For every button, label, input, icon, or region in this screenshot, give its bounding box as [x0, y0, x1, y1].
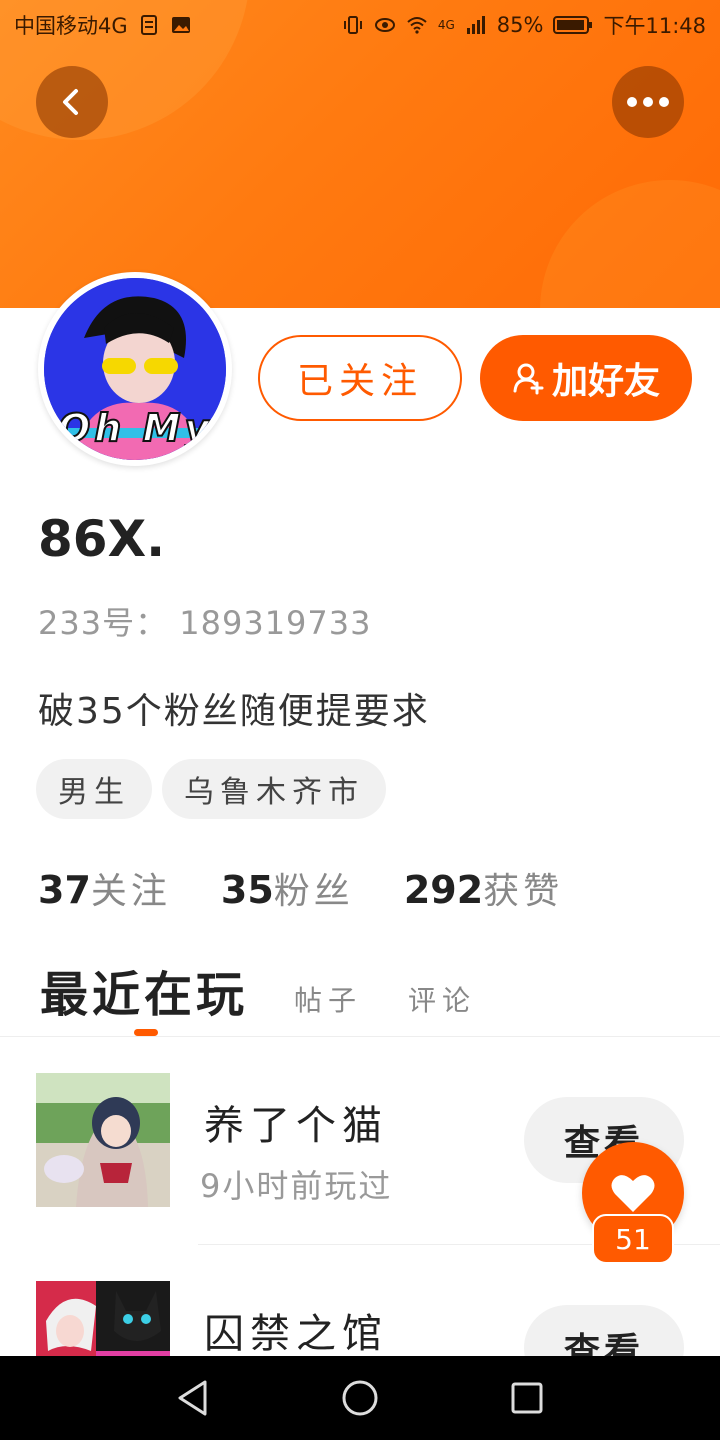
more-button[interactable] [612, 66, 684, 138]
avatar-image: Oh My [44, 278, 226, 460]
clock-text: 下午11:48 [603, 14, 706, 38]
followed-button[interactable]: 已关注 [258, 335, 462, 421]
stat-following-count: 37 [38, 868, 91, 912]
profile-tabs: 最近在玩 帖子 评论 [40, 955, 476, 1036]
system-nav-bar [0, 1356, 720, 1440]
nav-recents-button[interactable] [497, 1368, 557, 1428]
stat-following[interactable]: 37关注 [38, 862, 171, 914]
profile-page: 中国移动4G 4G 85% 下午11:48 Oh My 已关注 加好友 86X.… [0, 0, 720, 1440]
circle-home-icon [342, 1380, 378, 1416]
eye-icon [374, 18, 395, 32]
profile-tags: 男生 乌鲁木齐市 [36, 759, 386, 819]
bio: 破35个粉丝随便提要求 [38, 691, 430, 732]
game-title: 养了个猫 [204, 1103, 388, 1149]
wifi-icon [407, 17, 427, 34]
tab-recently-played-label: 最近在玩 [40, 967, 249, 1023]
stat-fans-count: 35 [220, 868, 274, 912]
profile-header: 中国移动4G 4G 85% 下午11:48 [0, 0, 720, 308]
battery-icon [553, 16, 593, 34]
stat-following-label: 关注 [90, 871, 171, 912]
add-friend-button[interactable]: 加好友 [480, 335, 692, 421]
tab-recently-played[interactable]: 最近在玩 [40, 955, 249, 1036]
square-recents-icon [511, 1382, 543, 1414]
tab-posts[interactable]: 帖子 [294, 979, 362, 1025]
nickname: 86X. [38, 510, 166, 568]
chevron-left-icon [63, 89, 78, 115]
more-horizontal-icon [627, 97, 669, 107]
add-friend-label: 加好友 [551, 361, 660, 402]
avatar-text: Oh My [57, 405, 214, 451]
stat-likes-label: 获赞 [483, 871, 564, 912]
game-played-time: 9小时前玩过 [200, 1167, 393, 1205]
signal-icon [466, 16, 485, 34]
triangle-back-icon [178, 1380, 207, 1416]
avatar[interactable]: Oh My [38, 272, 232, 466]
add-user-icon [513, 363, 544, 395]
carrier-text: 中国移动4G [14, 14, 128, 38]
back-button[interactable] [36, 66, 108, 138]
tab-comments[interactable]: 评论 [408, 979, 476, 1025]
heart-icon [611, 1175, 655, 1212]
stat-fans[interactable]: 35粉丝 [221, 862, 354, 914]
nav-back-button[interactable] [163, 1368, 223, 1428]
game-title: 囚禁之馆 [204, 1311, 388, 1357]
image-icon [171, 17, 190, 33]
tab-indicator [134, 1029, 158, 1036]
stat-likes-count: 292 [403, 868, 484, 912]
status-bar: 中国移动4G 4G 85% 下午11:48 [0, 0, 720, 50]
network-type: 4G [437, 18, 455, 32]
tab-divider [0, 1036, 720, 1037]
like-count: 51 [592, 1214, 674, 1264]
game-thumbnail [36, 1073, 170, 1207]
battery-percent: 85% [496, 13, 544, 37]
stat-likes[interactable]: 292获赞 [404, 862, 563, 914]
tag-location: 乌鲁木齐市 [162, 759, 386, 819]
nav-home-button[interactable] [330, 1368, 390, 1428]
tag-gender: 男生 [36, 759, 152, 819]
profile-stats: 37关注 35粉丝 292获赞 [38, 862, 563, 914]
doc-icon [140, 15, 157, 35]
user-id: 233号： 189319733 [38, 604, 372, 642]
stat-fans-label: 粉丝 [273, 871, 354, 912]
vibrate-icon [343, 16, 362, 34]
